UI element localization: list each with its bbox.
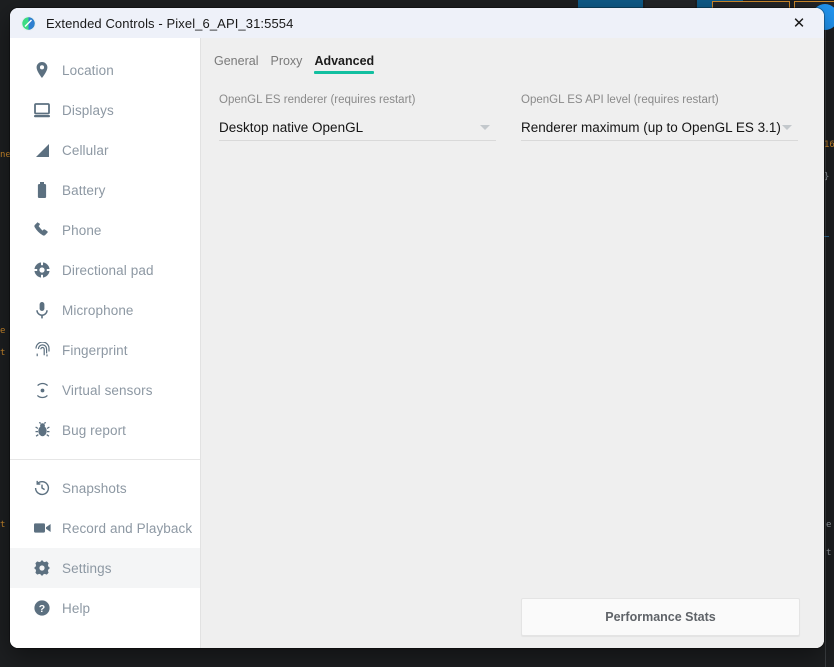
bg-code-fragment: t — [0, 520, 6, 530]
sidebar-item-label: Record and Playback — [62, 520, 193, 536]
sidebar-item-snapshots[interactable]: Snapshots — [10, 468, 200, 508]
signal-bars-icon — [31, 139, 53, 161]
tab-general[interactable]: General — [214, 54, 258, 74]
location-pin-icon — [31, 59, 53, 81]
sidebar-item-displays[interactable]: Displays — [10, 90, 200, 130]
window-title: Extended Controls - Pixel_6_API_31:5554 — [46, 15, 294, 31]
sidebar-item-help[interactable]: ? Help — [10, 588, 200, 628]
sidebar-item-cellular[interactable]: Cellular — [10, 130, 200, 170]
sidebar-item-record-and-playback[interactable]: Record and Playback — [10, 508, 200, 548]
sidebar-item-bug-report[interactable]: Bug report — [10, 410, 200, 450]
sidebar-divider — [10, 459, 200, 460]
window-body: Location Displays Cellular Battery Phone… — [10, 38, 824, 648]
sidebar-item-virtual-sensors[interactable]: Virtual sensors — [10, 370, 200, 410]
sidebar-item-label: Help — [62, 600, 91, 616]
chevron-down-icon — [782, 125, 792, 130]
battery-icon — [31, 179, 53, 201]
sidebar-item-label: Bug report — [62, 422, 127, 438]
sidebar-item-label: Settings — [62, 560, 112, 576]
settings-fields: OpenGL ES renderer (requires restart) De… — [201, 74, 824, 141]
sidebar-item-settings[interactable]: Settings — [10, 548, 200, 588]
bg-code-fragment: t — [826, 548, 832, 558]
opengl-api-level-select[interactable]: Renderer maximum (up to OpenGL ES 3.1) — [521, 115, 798, 141]
sidebar-item-label: Location — [62, 62, 114, 78]
bg-code-fragment: — — [824, 232, 830, 242]
opengl-renderer-field: OpenGL ES renderer (requires restart) De… — [219, 94, 496, 141]
bug-icon — [31, 419, 53, 441]
sidebar-item-microphone[interactable]: Microphone — [10, 290, 200, 330]
sidebar-item-label: Phone — [62, 222, 102, 238]
sidebar-item-label: Microphone — [62, 302, 134, 318]
fingerprint-icon — [31, 339, 53, 361]
phone-icon — [31, 219, 53, 241]
opengl-renderer-select[interactable]: Desktop native OpenGL — [219, 115, 496, 141]
virtual-sensors-icon — [31, 379, 53, 401]
opengl-api-level-value: Renderer maximum (up to OpenGL ES 3.1) — [521, 120, 781, 135]
title-bar: Extended Controls - Pixel_6_API_31:5554 … — [10, 8, 824, 38]
performance-stats-button[interactable]: Performance Stats — [521, 598, 800, 636]
sidebar-item-directional-pad[interactable]: Directional pad — [10, 250, 200, 290]
monitor-icon — [31, 99, 53, 121]
tab-advanced[interactable]: Advanced — [314, 54, 374, 74]
bg-code-fragment: e — [0, 326, 6, 336]
sidebar-item-label: Displays — [62, 102, 114, 118]
history-clock-icon — [31, 477, 53, 499]
sidebar-item-fingerprint[interactable]: Fingerprint — [10, 330, 200, 370]
sidebar-item-label: Fingerprint — [62, 342, 128, 358]
sidebar-item-location[interactable]: Location — [10, 50, 200, 90]
sidebar-item-label: Battery — [62, 182, 106, 198]
extended-controls-window: Extended Controls - Pixel_6_API_31:5554 … — [10, 8, 824, 648]
sidebar-item-battery[interactable]: Battery — [10, 170, 200, 210]
bg-code-fragment: e — [826, 520, 832, 530]
chevron-down-icon — [480, 125, 490, 130]
opengl-renderer-value: Desktop native OpenGL — [219, 120, 364, 135]
svg-text:?: ? — [39, 603, 45, 615]
close-icon[interactable]: ✕ — [782, 8, 816, 38]
content-panel: General Proxy Advanced OpenGL ES rendere… — [201, 38, 824, 648]
emulator-icon — [21, 15, 36, 31]
help-circle-icon: ? — [31, 597, 53, 619]
tab-bar: General Proxy Advanced — [201, 38, 824, 74]
sidebar-item-label: Snapshots — [62, 480, 127, 496]
opengl-api-level-field: OpenGL ES API level (requires restart) R… — [521, 94, 798, 141]
bg-code-fragment: } — [824, 172, 830, 182]
bg-code-fragment: 16 — [824, 140, 834, 150]
bg-editor-rule — [825, 30, 826, 667]
opengl-api-level-label: OpenGL ES API level (requires restart) — [521, 94, 719, 106]
sidebar-item-label: Cellular — [62, 142, 109, 158]
video-camera-icon — [31, 517, 53, 539]
microphone-icon — [31, 299, 53, 321]
sidebar: Location Displays Cellular Battery Phone… — [10, 38, 201, 648]
sidebar-item-label: Directional pad — [62, 262, 154, 278]
opengl-renderer-label: OpenGL ES renderer (requires restart) — [219, 94, 416, 106]
sidebar-item-label: Virtual sensors — [62, 382, 153, 398]
bg-code-fragment: t — [0, 348, 6, 358]
gear-icon — [31, 557, 53, 579]
tab-proxy[interactable]: Proxy — [270, 54, 302, 74]
sidebar-item-phone[interactable]: Phone — [10, 210, 200, 250]
dpad-icon — [31, 259, 53, 281]
